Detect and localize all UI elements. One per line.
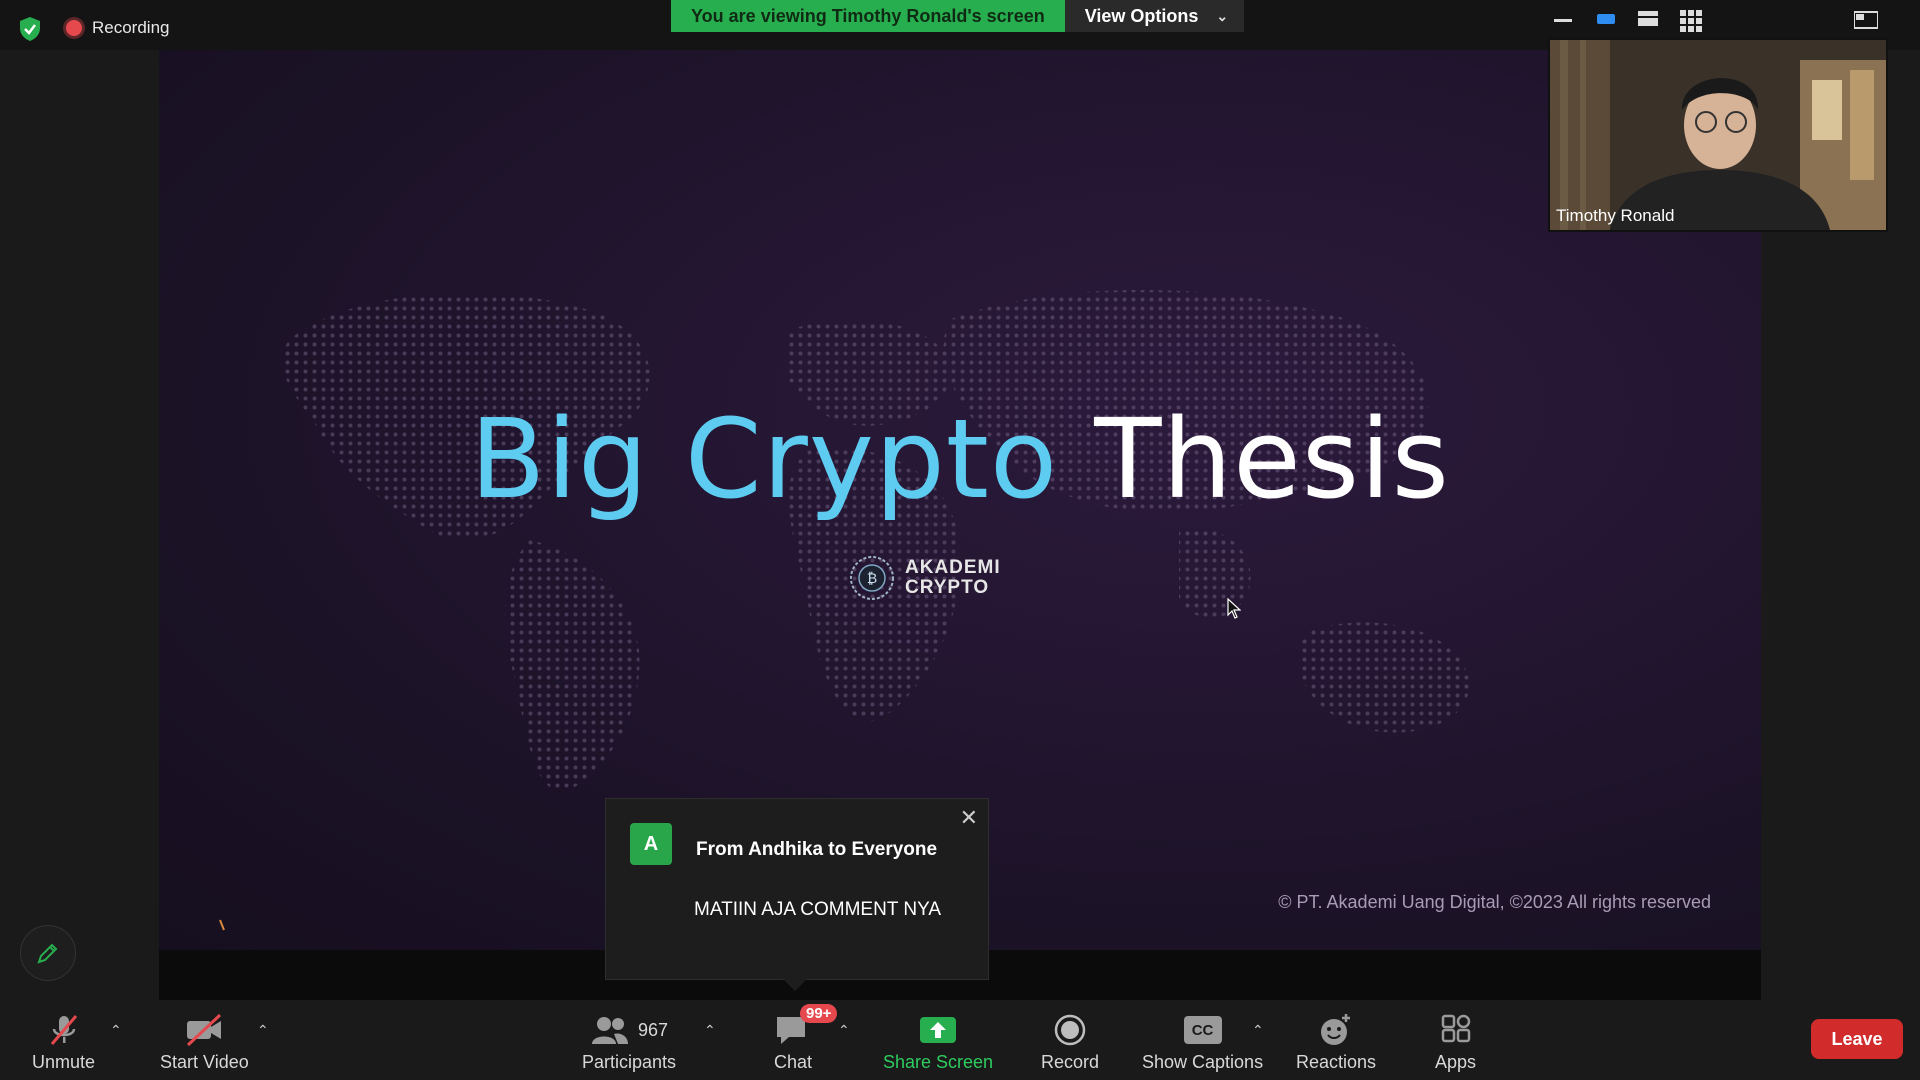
close-icon[interactable]: ✕ — [960, 805, 978, 831]
minimize-video-icon[interactable] — [1554, 16, 1572, 24]
participants-label: Participants — [582, 1052, 677, 1072]
reactions-smiley-icon — [1321, 1014, 1351, 1045]
viewing-screen-text: You are viewing Timothy Ronald's screen — [671, 0, 1065, 32]
pencil-icon — [37, 943, 58, 964]
closed-captions-icon: CC — [1183, 1016, 1222, 1044]
security-shield-icon[interactable] — [18, 16, 42, 42]
speaker-view-icon[interactable] — [1596, 10, 1616, 26]
participants-count: 967 — [638, 1019, 669, 1040]
slide-title: Big Crypto Thesis — [159, 395, 1761, 523]
chat-options-chevron-icon[interactable]: ⌃ — [838, 1022, 850, 1039]
akademi-crypto-logo: ₿ — [850, 556, 894, 600]
speaker-video-tile[interactable]: Timothy Ronald — [1548, 38, 1888, 232]
apps-button[interactable]: Apps — [1435, 1012, 1476, 1073]
pen-mark — [219, 919, 225, 931]
annotate-pencil-button[interactable] — [20, 925, 76, 981]
participants-icon — [592, 1017, 628, 1044]
participants-options-chevron-icon[interactable]: ⌃ — [704, 1022, 716, 1039]
recording-dot-icon — [66, 20, 82, 36]
chevron-down-icon: ⌄ — [1216, 8, 1229, 24]
chat-notification-popup[interactable]: A From Andhika to Everyone MATIIN AJA CO… — [605, 798, 989, 991]
slide-title-blue: Big Crypto — [470, 395, 1059, 523]
audio-options-chevron-icon[interactable]: ⌃ — [110, 1022, 122, 1039]
slide-copyright: © PT. Akademi Uang Digital, ©2023 All ri… — [1278, 892, 1711, 912]
record-icon — [1054, 1014, 1086, 1046]
mouse-cursor-icon — [1227, 598, 1241, 619]
gallery-view-icon[interactable] — [1680, 10, 1702, 32]
view-options-label: View Options — [1084, 6, 1199, 26]
recording-indicator[interactable]: Recording — [66, 18, 170, 38]
show-captions-label: Show Captions — [1142, 1052, 1264, 1072]
video-options-chevron-icon[interactable]: ⌃ — [257, 1022, 269, 1039]
chat-message-text: MATIIN AJA COMMENT NYA — [694, 899, 942, 920]
share-screen-button[interactable]: Share Screen — [883, 1012, 993, 1073]
brand-line-2: CRYPTO — [905, 577, 990, 598]
start-video-button[interactable]: Start Video — [160, 1012, 249, 1073]
participants-button[interactable]: 967 Participants — [582, 1012, 676, 1073]
share-screen-icon — [920, 1017, 957, 1043]
show-captions-button[interactable]: CC Show Captions — [1142, 1012, 1263, 1073]
apps-label: Apps — [1435, 1052, 1477, 1072]
chat-sender-line: From Andhika to Everyone — [696, 839, 938, 860]
view-options-button[interactable]: View Options ⌄ — [1064, 0, 1245, 32]
apps-icon — [1441, 1014, 1470, 1043]
speaker-video-feed — [1550, 40, 1886, 230]
video-view-controls — [1546, 6, 1920, 32]
slide-title-white: Thesis — [1094, 395, 1450, 523]
captions-options-chevron-icon[interactable]: ⌃ — [1252, 1022, 1264, 1039]
reactions-button[interactable]: Reactions — [1296, 1012, 1376, 1073]
microphone-muted-icon — [50, 1015, 77, 1045]
svg-text:₿: ₿ — [867, 571, 877, 587]
recording-label: Recording — [92, 18, 170, 37]
chat-label: Chat — [774, 1052, 813, 1072]
akademi-crypto-brand: ₿ AKADEMI CRYPTO — [849, 555, 1001, 601]
video-off-icon — [187, 1013, 222, 1047]
screen-share-banner: You are viewing Timothy Ronald's screen … — [671, 0, 1245, 32]
speaker-name-label: Timothy Ronald — [1556, 206, 1675, 225]
share-screen-label: Share Screen — [883, 1052, 994, 1072]
unmute-button[interactable]: Unmute — [32, 1012, 95, 1073]
leave-button[interactable]: Leave — [1811, 1019, 1903, 1059]
record-label: Record — [1041, 1052, 1100, 1072]
pop-out-view-icon[interactable] — [1854, 10, 1878, 30]
world-map-dots — [282, 290, 1470, 792]
strip-view-icon[interactable] — [1638, 10, 1658, 28]
brand-line-1: AKADEMI — [905, 557, 1001, 578]
unmute-label: Unmute — [32, 1052, 96, 1072]
chat-unread-badge: 99+ — [800, 1004, 838, 1023]
chat-sender-avatar: A — [630, 823, 672, 865]
record-button[interactable]: Record — [1041, 1012, 1099, 1073]
reactions-label: Reactions — [1296, 1052, 1377, 1072]
start-video-label: Start Video — [160, 1052, 249, 1072]
